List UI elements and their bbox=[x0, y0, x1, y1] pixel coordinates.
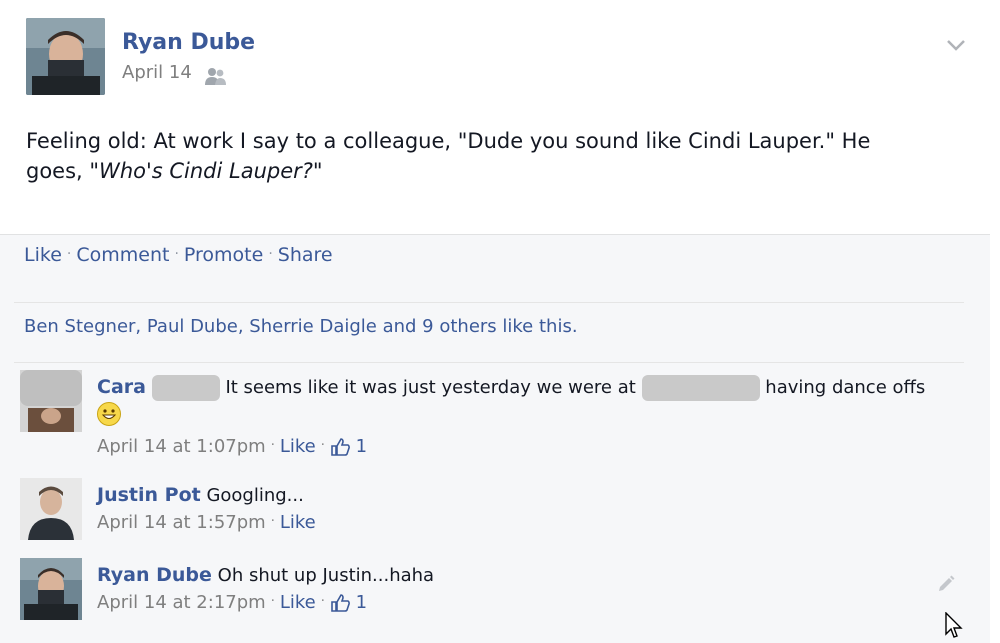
comment-text: having dance offs bbox=[765, 377, 926, 398]
comment-time[interactable]: April 14 at 1:07pm bbox=[97, 436, 266, 457]
chevron-down-icon[interactable] bbox=[946, 38, 966, 52]
author-name[interactable]: Ryan Dube bbox=[122, 30, 255, 55]
mouse-pointer-icon bbox=[945, 612, 963, 638]
comment-time[interactable]: April 14 at 1:57pm bbox=[97, 512, 266, 533]
divider bbox=[14, 362, 964, 363]
post-actions: Like · Comment · Promote · Share bbox=[24, 244, 333, 266]
commenter-avatar[interactable] bbox=[20, 478, 82, 540]
comment-body: Cara It seems like it was just yesterday… bbox=[97, 374, 927, 427]
comment-time[interactable]: April 14 at 2:17pm bbox=[97, 592, 266, 613]
comment-meta: April 14 at 2:17pm · Like · 1 bbox=[97, 592, 368, 613]
comment-text: It seems like it was just yesterday we w… bbox=[225, 377, 636, 398]
comment-button[interactable]: Comment bbox=[76, 244, 169, 266]
post-text: Feeling old: At work I say to a colleagu… bbox=[26, 126, 926, 186]
commenter-name[interactable]: Justin Pot bbox=[97, 484, 201, 506]
commenter-name[interactable]: Cara bbox=[97, 376, 146, 398]
comment-text: Oh shut up Justin...haha bbox=[217, 565, 435, 586]
comment-like-button[interactable]: Like bbox=[280, 436, 316, 457]
comment-body: Ryan Dube Oh shut up Justin...haha bbox=[97, 562, 927, 589]
likes-summary[interactable]: Ben Stegner, Paul Dube, Sherrie Daigle a… bbox=[24, 316, 578, 337]
comment-text: Googling... bbox=[206, 485, 304, 506]
comment-meta: April 14 at 1:57pm · Like bbox=[97, 512, 316, 533]
redacted-block bbox=[641, 375, 760, 401]
divider bbox=[14, 302, 964, 303]
friends-icon[interactable] bbox=[205, 67, 227, 85]
comment-like-button[interactable]: Like bbox=[280, 592, 316, 613]
edit-pencil-icon[interactable] bbox=[936, 574, 956, 594]
comment-like-button[interactable]: Like bbox=[280, 512, 316, 533]
post-text-quote: "Who's Cindi Lauper?" bbox=[89, 159, 323, 183]
promote-button[interactable]: Promote bbox=[184, 244, 263, 266]
commenter-avatar[interactable] bbox=[20, 370, 82, 432]
comment-meta: April 14 at 1:07pm · Like · 1 bbox=[97, 436, 368, 457]
redacted-block bbox=[151, 375, 220, 401]
thumbs-up-icon[interactable] bbox=[330, 438, 350, 456]
post-date[interactable]: April 14 bbox=[122, 62, 192, 83]
comment-like-count[interactable]: 1 bbox=[356, 592, 367, 613]
share-button[interactable]: Share bbox=[278, 244, 333, 266]
facebook-post: Ryan Dube April 14 Feeling old: At work … bbox=[0, 0, 1000, 643]
commenter-avatar[interactable] bbox=[20, 558, 82, 620]
commenter-name[interactable]: Ryan Dube bbox=[97, 564, 212, 586]
author-avatar[interactable] bbox=[26, 18, 105, 95]
comment-body: Justin Pot Googling... bbox=[97, 482, 927, 509]
grinning-emoji-icon bbox=[97, 402, 121, 426]
like-button[interactable]: Like bbox=[24, 244, 62, 266]
thumbs-up-icon[interactable] bbox=[330, 594, 350, 612]
comment-like-count[interactable]: 1 bbox=[356, 436, 367, 457]
